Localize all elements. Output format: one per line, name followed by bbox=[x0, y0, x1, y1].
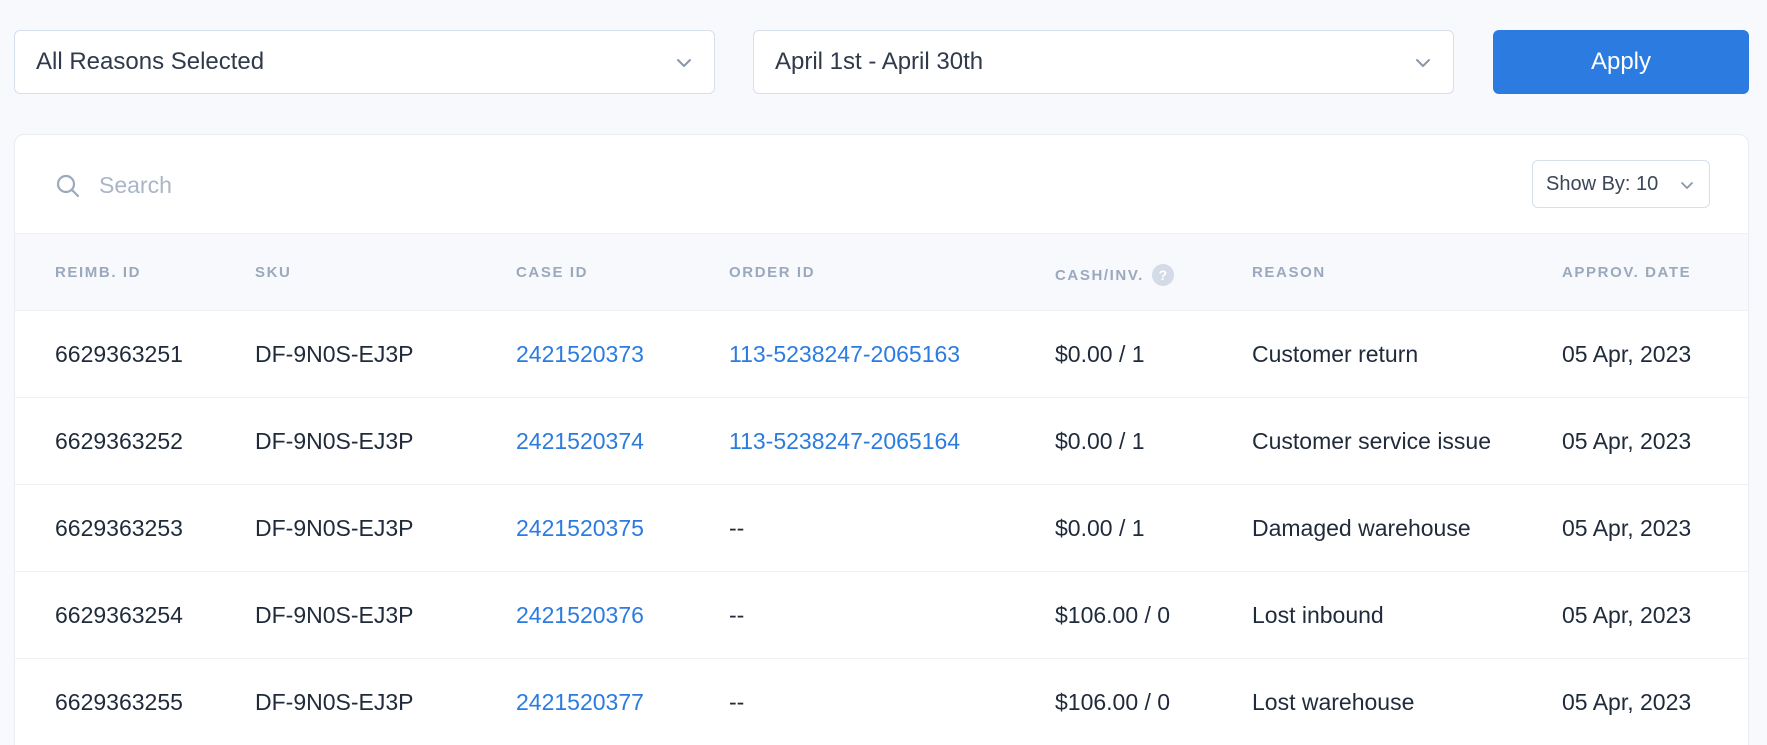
column-header-order-id[interactable]: ORDER ID bbox=[729, 264, 815, 281]
case-id-link[interactable]: 2421520377 bbox=[516, 689, 644, 716]
approv-date-cell: 05 Apr, 2023 bbox=[1562, 602, 1692, 628]
order-id-cell: -- bbox=[729, 689, 745, 715]
sku-cell: DF-9N0S-EJ3P bbox=[255, 515, 414, 541]
sku-cell: DF-9N0S-EJ3P bbox=[255, 689, 414, 715]
filter-bar: All Reasons Selected April 1st - April 3… bbox=[14, 30, 1749, 94]
sku-cell: DF-9N0S-EJ3P bbox=[255, 428, 414, 454]
table-row: 6629363251 DF-9N0S-EJ3P 2421520373 113-5… bbox=[15, 311, 1748, 398]
table-row: 6629363253 DF-9N0S-EJ3P 2421520375 -- $0… bbox=[15, 485, 1748, 572]
case-id-link[interactable]: 2421520373 bbox=[516, 341, 644, 368]
approv-date-cell: 05 Apr, 2023 bbox=[1562, 428, 1692, 454]
reason-filter-select[interactable]: All Reasons Selected bbox=[14, 30, 715, 94]
cash-inv-cell: $0.00 / 1 bbox=[1055, 515, 1145, 541]
cash-inv-cell: $106.00 / 0 bbox=[1055, 602, 1171, 628]
column-header-sku[interactable]: SKU bbox=[255, 264, 291, 281]
column-header-cash-inv-label: CASH/INV. bbox=[1055, 266, 1144, 284]
case-id-link[interactable]: 2421520374 bbox=[516, 428, 644, 455]
case-id-link[interactable]: 2421520375 bbox=[516, 515, 644, 542]
case-id-link[interactable]: 2421520376 bbox=[516, 602, 644, 629]
column-header-reason[interactable]: REASON bbox=[1252, 264, 1326, 281]
help-icon[interactable]: ? bbox=[1151, 264, 1174, 286]
reason-cell: Lost warehouse bbox=[1252, 689, 1415, 715]
chevron-down-icon bbox=[1416, 59, 1430, 67]
reimb-id-cell: 6629363254 bbox=[55, 602, 183, 628]
column-header-reimb-id[interactable]: REIMB. ID bbox=[55, 264, 141, 281]
table-row: 6629363254 DF-9N0S-EJ3P 2421520376 -- $1… bbox=[15, 572, 1748, 659]
order-id-cell: -- bbox=[729, 602, 745, 628]
table-toolbar: Show By: 10 bbox=[15, 135, 1748, 233]
apply-button[interactable]: Apply bbox=[1493, 30, 1749, 94]
reimb-id-cell: 6629363253 bbox=[55, 515, 183, 541]
column-header-case-id[interactable]: CASE ID bbox=[516, 264, 588, 281]
reimb-id-cell: 6629363252 bbox=[55, 428, 183, 454]
sku-cell: DF-9N0S-EJ3P bbox=[255, 341, 414, 367]
chevron-down-icon bbox=[1681, 182, 1693, 189]
order-id-cell: -- bbox=[729, 515, 745, 541]
date-range-value: April 1st - April 30th bbox=[775, 48, 984, 75]
sku-cell: DF-9N0S-EJ3P bbox=[255, 602, 414, 628]
cash-inv-cell: $0.00 / 1 bbox=[1055, 428, 1145, 454]
reason-cell: Customer service issue bbox=[1252, 428, 1492, 454]
order-id-link[interactable]: 113-5238247-2065164 bbox=[729, 428, 960, 455]
table-row: 6629363255 DF-9N0S-EJ3P 2421520377 -- $1… bbox=[15, 659, 1748, 745]
reason-cell: Lost inbound bbox=[1252, 602, 1384, 628]
cash-inv-cell: $106.00 / 0 bbox=[1055, 689, 1171, 715]
table-header: REIMB. ID SKU CASE ID ORDER ID CASH/INV.… bbox=[15, 233, 1748, 311]
chevron-down-icon bbox=[677, 59, 691, 67]
search-icon bbox=[56, 174, 80, 198]
reimbursements-table-card: Show By: 10 REIMB. ID SKU CASE ID ORDER … bbox=[14, 134, 1749, 745]
column-header-cash-inv[interactable]: CASH/INV. ? bbox=[1055, 264, 1174, 286]
reason-filter-value: All Reasons Selected bbox=[36, 48, 265, 75]
reason-cell: Customer return bbox=[1252, 341, 1419, 367]
reason-cell: Damaged warehouse bbox=[1252, 515, 1471, 541]
show-by-select[interactable]: Show By: 10 bbox=[1532, 160, 1710, 208]
reimb-id-cell: 6629363255 bbox=[55, 689, 183, 715]
cash-inv-cell: $0.00 / 1 bbox=[1055, 341, 1145, 367]
approv-date-cell: 05 Apr, 2023 bbox=[1562, 341, 1692, 367]
date-range-select[interactable]: April 1st - April 30th bbox=[753, 30, 1454, 94]
approv-date-cell: 05 Apr, 2023 bbox=[1562, 689, 1692, 715]
show-by-label: Show By: 10 bbox=[1546, 172, 1659, 195]
table-row: 6629363252 DF-9N0S-EJ3P 2421520374 113-5… bbox=[15, 398, 1748, 485]
order-id-link[interactable]: 113-5238247-2065163 bbox=[729, 341, 960, 368]
search-input[interactable] bbox=[99, 163, 999, 207]
column-header-approv-date[interactable]: APPROV. DATE bbox=[1562, 264, 1691, 281]
approv-date-cell: 05 Apr, 2023 bbox=[1562, 515, 1692, 541]
reimb-id-cell: 6629363251 bbox=[55, 341, 183, 367]
